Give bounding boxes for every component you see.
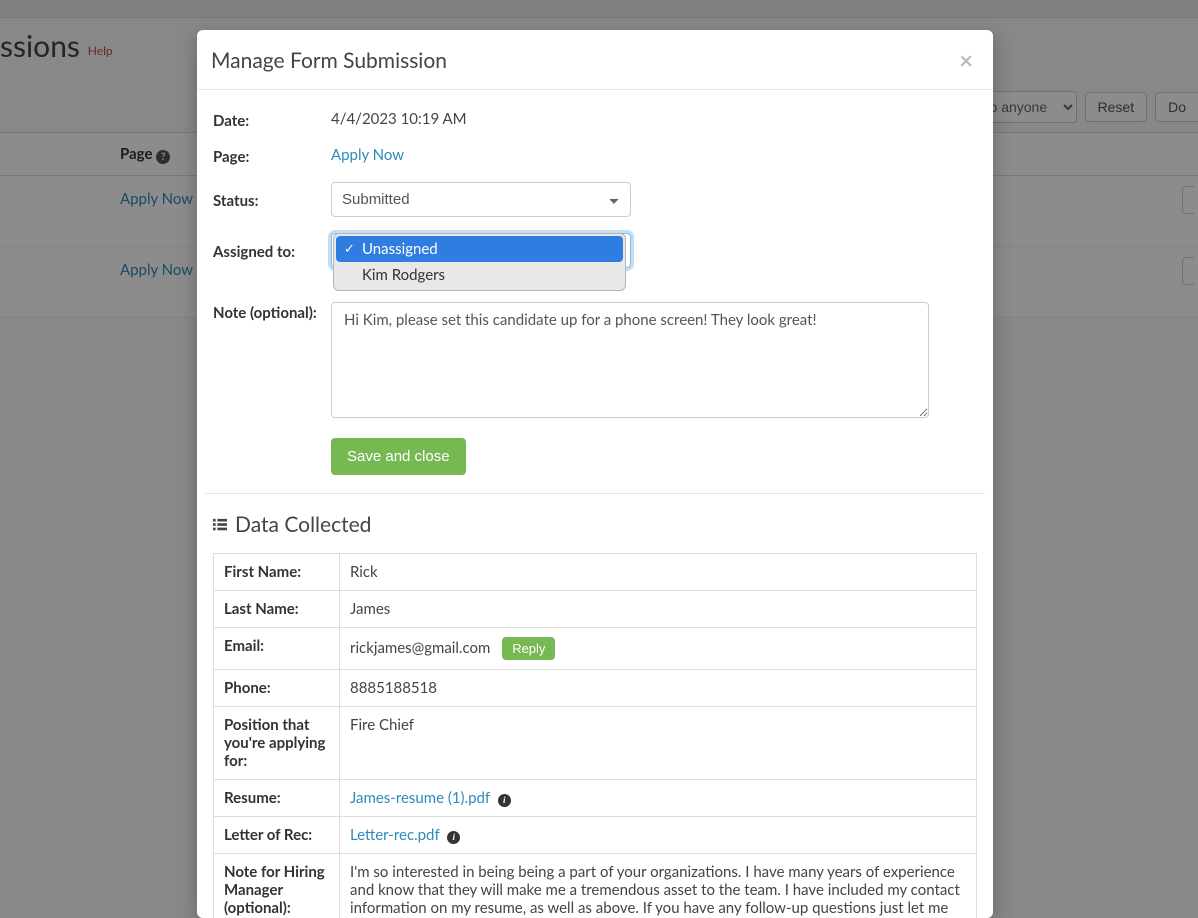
page-label: Page: [205, 146, 331, 166]
dropdown-option-kim[interactable]: Kim Rodgers [336, 262, 623, 288]
note-label: Note (optional): [205, 302, 331, 322]
data-collected-table: First Name: Rick Last Name: James Email:… [213, 553, 977, 918]
table-row: Phone: 8885188518 [214, 670, 977, 707]
assigned-to-dropdown: Unassigned Kim Rodgers [333, 233, 626, 291]
status-select[interactable]: Submitted [331, 182, 631, 217]
info-icon[interactable]: i [447, 831, 460, 844]
dropdown-option-unassigned[interactable]: Unassigned [336, 236, 623, 262]
close-icon[interactable]: × [959, 49, 973, 73]
table-row: First Name: Rick [214, 554, 977, 591]
list-icon [213, 518, 227, 532]
page-link[interactable]: Apply Now [331, 146, 404, 164]
modal-header: Manage Form Submission × [197, 30, 993, 90]
letter-label: Letter of Rec: [214, 817, 340, 854]
data-collected-heading: Data Collected [205, 512, 985, 537]
email-label: Email: [214, 628, 340, 670]
date-value: 4/4/2023 10:19 AM [331, 110, 985, 128]
last-name-label: Last Name: [214, 591, 340, 628]
position-value: Fire Chief [340, 707, 977, 780]
table-row: Resume: James-resume (1).pdf i [214, 780, 977, 817]
first-name-label: First Name: [214, 554, 340, 591]
phone-value: 8885188518 [340, 670, 977, 707]
divider [205, 493, 985, 494]
status-label: Status: [205, 190, 331, 210]
info-icon[interactable]: i [498, 794, 511, 807]
table-row: Last Name: James [214, 591, 977, 628]
email-value: rickjames@gmail.com [350, 639, 490, 657]
position-label: Position that you're applying for: [214, 707, 340, 780]
letter-link[interactable]: Letter-rec.pdf [350, 826, 439, 844]
assigned-to-label: Assigned to: [205, 241, 331, 261]
date-label: Date: [205, 110, 331, 130]
last-name-value: James [340, 591, 977, 628]
table-row: Letter of Rec: Letter-rec.pdf i [214, 817, 977, 854]
reply-button[interactable]: Reply [502, 637, 555, 660]
modal-title: Manage Form Submission [211, 48, 447, 73]
resume-link[interactable]: James-resume (1).pdf [350, 789, 490, 807]
note-hm-value: I'm so interested in being being a part … [340, 854, 977, 918]
note-textarea[interactable] [331, 302, 929, 418]
data-collected-title: Data Collected [235, 512, 371, 537]
modal-body: Date: 4/4/2023 10:19 AM Page: Apply Now … [197, 90, 993, 918]
first-name-value: Rick [340, 554, 977, 591]
save-and-close-button[interactable]: Save and close [331, 438, 466, 475]
resume-label: Resume: [214, 780, 340, 817]
table-row: Position that you're applying for: Fire … [214, 707, 977, 780]
note-hm-label: Note for Hiring Manager (optional): [214, 854, 340, 918]
phone-label: Phone: [214, 670, 340, 707]
table-row: Note for Hiring Manager (optional): I'm … [214, 854, 977, 918]
table-row: Email: rickjames@gmail.com Reply [214, 628, 977, 670]
manage-submission-modal: Manage Form Submission × Date: 4/4/2023 … [197, 30, 993, 918]
